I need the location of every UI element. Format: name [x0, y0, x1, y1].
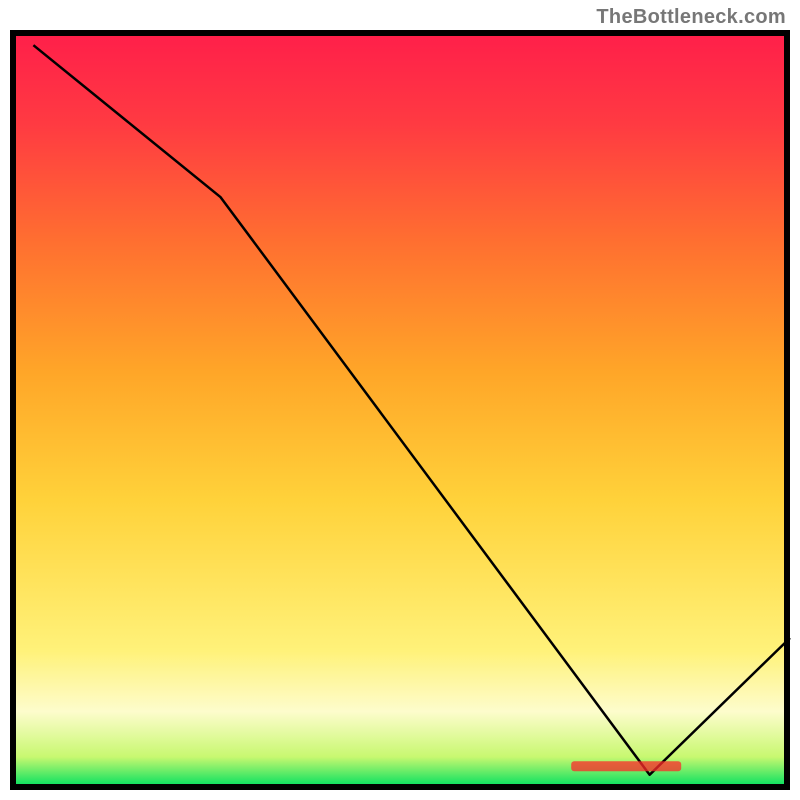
annotation: [571, 761, 681, 771]
bottleneck-chart: [0, 0, 800, 800]
plot-background: [13, 33, 787, 787]
chart-stage: TheBottleneck.com: [0, 0, 800, 800]
